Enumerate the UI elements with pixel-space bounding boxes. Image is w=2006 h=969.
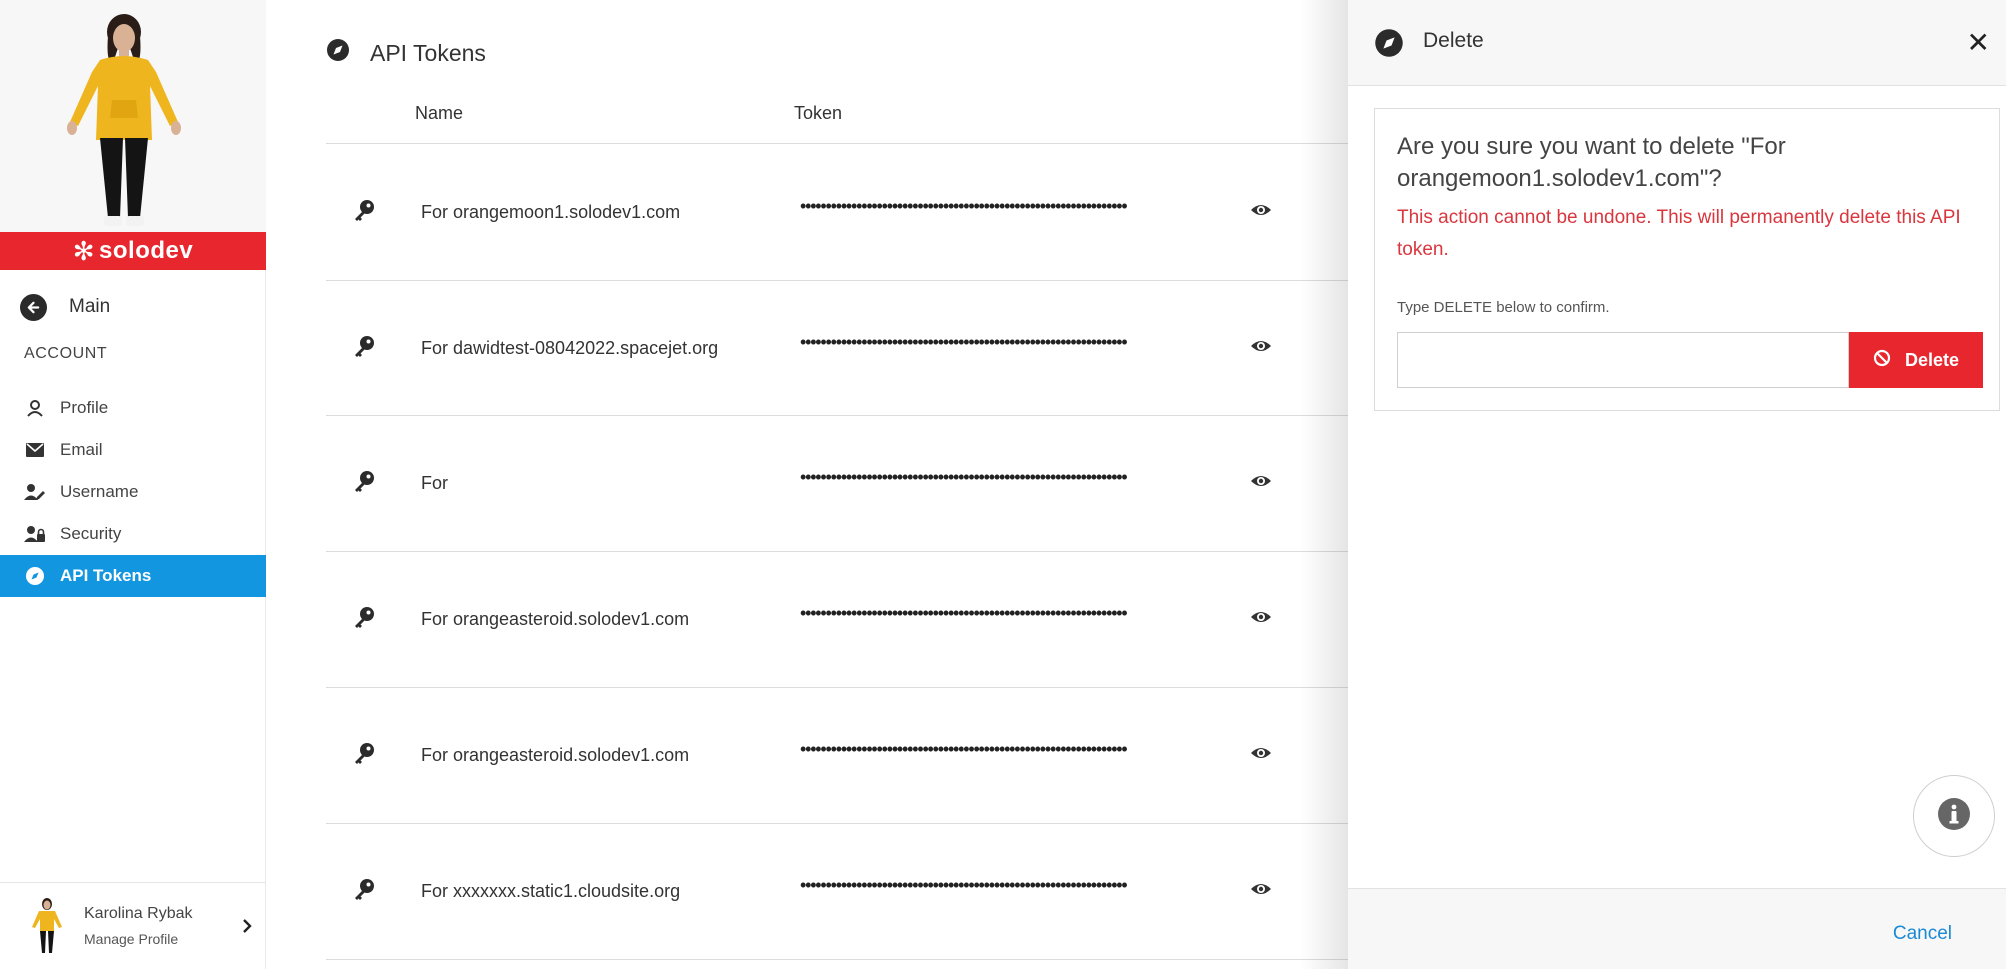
token-masked-value: ••••••••••••••••••••••••••••••••••••••••…: [800, 739, 1128, 759]
table-row: For dawidtest-08042022.spacejet.org ••••…: [326, 280, 1348, 416]
nav-main-label: Main: [69, 296, 111, 317]
profile-footer-text: Karolina Rybak Manage Profile: [84, 905, 193, 947]
brand-name: solodev: [99, 237, 194, 264]
table-row: For ••••••••••••••••••••••••••••••••••••…: [326, 415, 1348, 551]
info-button[interactable]: [1913, 775, 1995, 857]
confirm-instruction: Type DELETE below to confirm.: [1397, 299, 1610, 316]
close-button[interactable]: ✕: [1967, 26, 1990, 59]
compass-icon: [1374, 28, 1404, 63]
manage-profile-label: Manage Profile: [84, 931, 179, 947]
avatar-area: [0, 0, 266, 234]
user-icon: [24, 399, 46, 417]
section-label-account: ACCOUNT: [24, 345, 108, 362]
delete-button[interactable]: Delete: [1849, 332, 1983, 388]
info-icon: [1937, 797, 1971, 836]
key-icon: [352, 878, 376, 907]
panel-shadow: [1300, 0, 1348, 969]
eye-icon[interactable]: [1250, 202, 1272, 223]
avatar: [32, 898, 62, 953]
user-lock-icon: [24, 525, 46, 543]
cancel-button[interactable]: Cancel: [1893, 923, 1952, 945]
token-name: For xxxxxxx.static1.cloudsite.org: [421, 881, 681, 901]
key-icon: [352, 470, 376, 499]
sidebar-item-api-tokens[interactable]: API Tokens: [0, 555, 266, 597]
token-masked-value: ••••••••••••••••••••••••••••••••••••••••…: [800, 603, 1128, 623]
column-header-token: Token: [794, 103, 843, 123]
token-name: For orangeasteroid.solodev1.com: [421, 609, 690, 629]
page-title-text: API Tokens: [370, 39, 486, 66]
column-header-name: Name: [415, 103, 464, 123]
table-divider: [326, 959, 1348, 960]
key-icon: [352, 742, 376, 771]
snowflake-icon: ✻: [72, 235, 96, 266]
confirm-question: Are you sure you want to delete "For ora…: [1397, 133, 1786, 192]
compass-icon: [24, 566, 46, 586]
chevron-right-icon: [242, 919, 252, 938]
brand-logo: ✻ solodev: [0, 232, 266, 270]
token-name: For orangeasteroid.solodev1.com: [421, 745, 690, 765]
key-icon: [352, 199, 376, 228]
eye-icon[interactable]: [1250, 609, 1272, 630]
compass-icon: [326, 38, 350, 68]
confirm-box: Are you sure you want to delete "For ora…: [1374, 108, 2000, 411]
key-icon: [352, 335, 376, 364]
delete-panel: Delete ✕ Are you sure you want to delete…: [1348, 0, 2006, 969]
page-title: API Tokens: [326, 38, 486, 68]
user-edit-icon: [24, 483, 46, 501]
main-content: API Tokens Name Token For orangemoon1.so…: [266, 0, 1348, 969]
avatar-image: [67, 14, 181, 226]
sidebar-item-label: Email: [60, 440, 103, 459]
sidebar-item-label: Profile: [60, 398, 109, 417]
panel-header: Delete ✕: [1348, 0, 2006, 86]
token-name: For dawidtest-08042022.spacejet.org: [421, 338, 719, 358]
eye-icon[interactable]: [1250, 745, 1272, 766]
table-row: For orangeasteroid.solodev1.com ••••••••…: [326, 687, 1348, 823]
panel-title: Delete: [1423, 29, 1484, 52]
eye-icon[interactable]: [1250, 881, 1272, 902]
delete-button-label: Delete: [1904, 349, 1960, 370]
eye-icon[interactable]: [1250, 338, 1272, 359]
token-masked-value: ••••••••••••••••••••••••••••••••••••••••…: [800, 332, 1128, 352]
sidebar-item-profile[interactable]: Profile: [0, 387, 266, 429]
sidebar-item-security[interactable]: Security: [0, 513, 266, 555]
nav-main-link[interactable]: Main: [20, 290, 110, 324]
sidebar-item-label: Security: [60, 524, 122, 543]
key-icon: [352, 606, 376, 635]
sidebar-item-email[interactable]: Email: [0, 429, 266, 471]
table-row: For orangeasteroid.solodev1.com ••••••••…: [326, 551, 1348, 687]
sidebar: ✻ solodev Main ACCOUNT Profile Email Use…: [0, 0, 266, 969]
ban-icon: [1873, 349, 1891, 372]
user-name: Karolina Rybak: [84, 905, 193, 922]
manage-profile-link[interactable]: Karolina Rybak Manage Profile: [0, 882, 266, 969]
sidebar-item-username[interactable]: Username: [0, 471, 266, 513]
panel-footer: Cancel: [1348, 888, 2006, 969]
token-masked-value: ••••••••••••••••••••••••••••••••••••••••…: [800, 875, 1128, 895]
table-row: For xxxxxxx.static1.cloudsite.org ••••••…: [326, 823, 1348, 959]
confirm-delete-input[interactable]: [1397, 332, 1849, 388]
sidebar-item-label: Username: [60, 482, 139, 501]
token-masked-value: ••••••••••••••••••••••••••••••••••••••••…: [800, 467, 1128, 487]
token-name: For: [421, 473, 448, 493]
table-row: For orangemoon1.solodev1.com •••••••••••…: [326, 144, 1348, 280]
arrow-left-icon: [20, 293, 47, 321]
eye-icon[interactable]: [1250, 473, 1272, 494]
token-masked-value: ••••••••••••••••••••••••••••••••••••••••…: [800, 196, 1128, 216]
token-name: For orangemoon1.solodev1.com: [421, 202, 681, 222]
warning-text: This action cannot be undone. This will …: [1397, 207, 1961, 260]
sidebar-item-label: API Tokens: [60, 566, 152, 585]
envelope-icon: [24, 443, 46, 457]
